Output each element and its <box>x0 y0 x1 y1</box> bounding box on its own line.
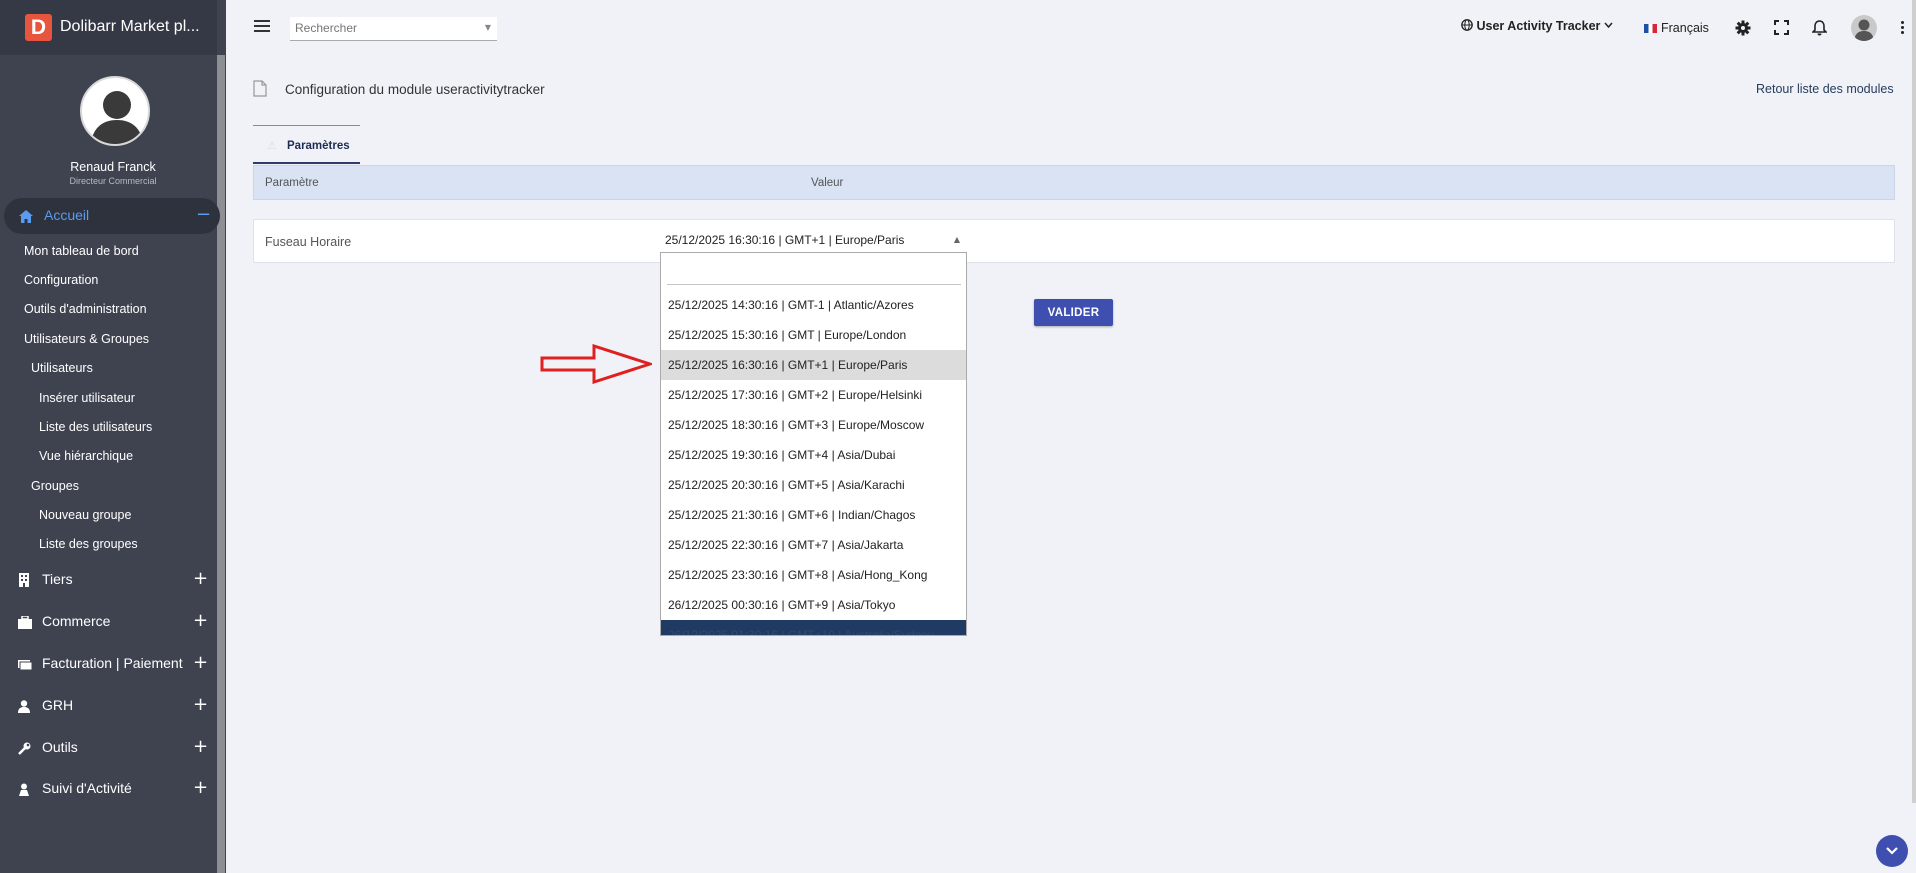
menu-section-label: Tiers <box>42 571 73 587</box>
briefcase-icon <box>18 614 32 629</box>
timezone-select[interactable]: 25/12/2025 16:30:16 | GMT+1 | Europe/Par… <box>660 229 966 253</box>
tab-parametres[interactable]: ⚠ Paramètres <box>253 125 360 164</box>
sidebar-item-nouveau-groupe[interactable]: Nouveau groupe <box>39 508 131 522</box>
sidebar-item-outils-administration[interactable]: Outils d'administration <box>24 302 147 316</box>
home-icon <box>19 208 33 227</box>
menu-section-label: Outils <box>42 739 78 755</box>
menu-section-facturation[interactable]: Facturation | Paiement + <box>0 650 217 680</box>
brand-header[interactable]: D Dolibarr Market pl... <box>0 0 217 55</box>
building-icon <box>18 572 32 587</box>
gear-icon[interactable] <box>1735 20 1752 37</box>
back-to-modules-link[interactable]: Retour liste des modules <box>1756 82 1894 96</box>
menu-section-grh[interactable]: GRH + <box>0 692 217 722</box>
page-scrollbar[interactable] <box>1912 0 1916 803</box>
timezone-option[interactable]: 25/12/2025 15:30:16 | GMT | Europe/Londo… <box>661 320 966 350</box>
menu-section-commerce[interactable]: Commerce + <box>0 608 217 638</box>
timezone-options-list: 25/12/2025 14:30:16 | GMT-1 | Atlantic/A… <box>661 290 966 635</box>
document-icon <box>253 80 267 97</box>
sidebar-item-liste-groupes[interactable]: Liste des groupes <box>39 537 138 551</box>
timezone-option[interactable]: 25/12/2025 18:30:16 | GMT+3 | Europe/Mos… <box>661 410 966 440</box>
sidebar-item-groupes[interactable]: Groupes <box>31 479 79 493</box>
globe-icon <box>1461 19 1476 33</box>
menu-accueil[interactable]: Accueil − <box>4 198 220 234</box>
search-box[interactable]: ▼ <box>290 17 497 41</box>
timezone-select-value: 25/12/2025 16:30:16 | GMT+1 | Europe/Par… <box>665 233 905 247</box>
brand-name: Dolibarr Market pl... <box>60 18 200 35</box>
expand-icon[interactable]: + <box>193 694 208 715</box>
money-icon <box>18 656 33 671</box>
timezone-option[interactable]: 26/12/2025 00:30:16 | GMT+9 | Asia/Tokyo <box>661 590 966 620</box>
sidebar-item-inserer-utilisateur[interactable]: Insérer utilisateur <box>39 391 135 405</box>
dropdown-up-arrow-icon: ▲ <box>953 235 960 244</box>
dropdown-search-input[interactable] <box>667 259 961 285</box>
module-menu[interactable]: User Activity Tracker <box>1461 19 1613 33</box>
expand-icon[interactable]: + <box>193 652 208 673</box>
page-title: Configuration du module useractivitytrac… <box>285 82 545 97</box>
timezone-option[interactable]: 25/12/2025 17:30:16 | GMT+2 | Europe/Hel… <box>661 380 966 410</box>
user-activity-icon <box>18 781 32 796</box>
collapse-icon[interactable]: − <box>196 204 211 225</box>
column-header-parametre: Paramètre <box>265 177 319 189</box>
timezone-option[interactable]: 25/12/2025 20:30:16 | GMT+5 | Asia/Karac… <box>661 470 966 500</box>
menu-section-label: Facturation | Paiement <box>42 655 183 671</box>
valider-button[interactable]: VALIDER <box>1034 299 1113 326</box>
hamburger-menu-icon[interactable] <box>254 20 270 32</box>
sidebar-item-vue-hierarchique[interactable]: Vue hiérarchique <box>39 449 133 463</box>
brand-logo: D <box>25 14 52 41</box>
timezone-option[interactable]: 25/12/2025 19:30:16 | GMT+4 | Asia/Dubai <box>661 440 966 470</box>
timezone-option[interactable]: 25/12/2025 16:30:16 | GMT+1 | Europe/Par… <box>661 350 966 380</box>
timezone-option[interactable]: 25/12/2025 14:30:16 | GMT-1 | Atlantic/A… <box>661 290 966 320</box>
search-input[interactable] <box>290 17 470 39</box>
module-menu-label: User Activity Tracker <box>1476 19 1601 33</box>
france-flag-icon <box>1644 24 1657 34</box>
sidebar-item-liste-utilisateurs[interactable]: Liste des utilisateurs <box>39 420 152 434</box>
timezone-option[interactable]: 26/12/2025 01:30:16 | GMT+10 | Australia… <box>661 620 966 635</box>
expand-icon[interactable]: + <box>193 568 208 589</box>
sidebar-item-configuration[interactable]: Configuration <box>24 273 98 287</box>
timezone-dropdown: 25/12/2025 14:30:16 | GMT-1 | Atlantic/A… <box>660 252 967 636</box>
sidebar-item-utilisateurs-groupes[interactable]: Utilisateurs & Groupes <box>24 332 149 346</box>
annotation-arrow-icon <box>540 343 655 385</box>
menu-section-label: Suivi d'Activité <box>42 780 132 796</box>
menu-section-tiers[interactable]: Tiers + <box>0 566 217 596</box>
sidebar: D Dolibarr Market pl... Renaud Franck Di… <box>0 0 226 873</box>
user-avatar-icon[interactable] <box>1851 15 1877 41</box>
timezone-option[interactable]: 25/12/2025 22:30:16 | GMT+7 | Asia/Jakar… <box>661 530 966 560</box>
tab-label: Paramètres <box>287 140 350 152</box>
chevron-down-icon <box>1604 19 1613 33</box>
expand-icon[interactable]: + <box>193 777 208 798</box>
menu-accueil-label: Accueil <box>44 207 90 223</box>
scroll-down-button[interactable] <box>1876 835 1908 867</box>
dropdown-arrow-icon: ▼ <box>484 23 491 32</box>
user-role: Directeur Commercial <box>69 176 157 186</box>
table-header: Paramètre Valeur <box>253 165 1895 200</box>
column-header-valeur: Valeur <box>811 177 844 189</box>
fullscreen-icon[interactable] <box>1774 20 1791 37</box>
sidebar-item-mon-tableau-de-bord[interactable]: Mon tableau de bord <box>24 244 139 258</box>
table-row: Fuseau Horaire <box>253 219 1895 263</box>
sidebar-item-utilisateurs[interactable]: Utilisateurs <box>31 361 93 375</box>
more-options-icon[interactable] <box>1901 21 1905 37</box>
timezone-option[interactable]: 25/12/2025 21:30:16 | GMT+6 | Indian/Cha… <box>661 500 966 530</box>
timezone-option[interactable]: 25/12/2025 23:30:16 | GMT+8 | Asia/Hong_… <box>661 560 966 590</box>
tab-icon: ⚠ <box>267 139 277 152</box>
menu-section-outils[interactable]: Outils + <box>0 734 217 764</box>
language-selector[interactable]: Français <box>1644 21 1709 35</box>
menu-section-label: GRH <box>42 697 74 713</box>
bell-icon[interactable] <box>1811 20 1829 37</box>
language-label: Français <box>1661 21 1709 35</box>
menu-section-suivi-activite[interactable]: Suivi d'Activité + <box>0 775 217 805</box>
user-name: Renaud Franck <box>70 160 156 174</box>
menu-section-label: Commerce <box>42 613 111 629</box>
wrench-icon <box>18 740 32 755</box>
expand-icon[interactable]: + <box>193 610 208 631</box>
user-avatar[interactable] <box>80 76 150 146</box>
user-tie-icon <box>18 698 32 713</box>
timezone-label: Fuseau Horaire <box>265 235 352 249</box>
expand-icon[interactable]: + <box>193 736 208 757</box>
